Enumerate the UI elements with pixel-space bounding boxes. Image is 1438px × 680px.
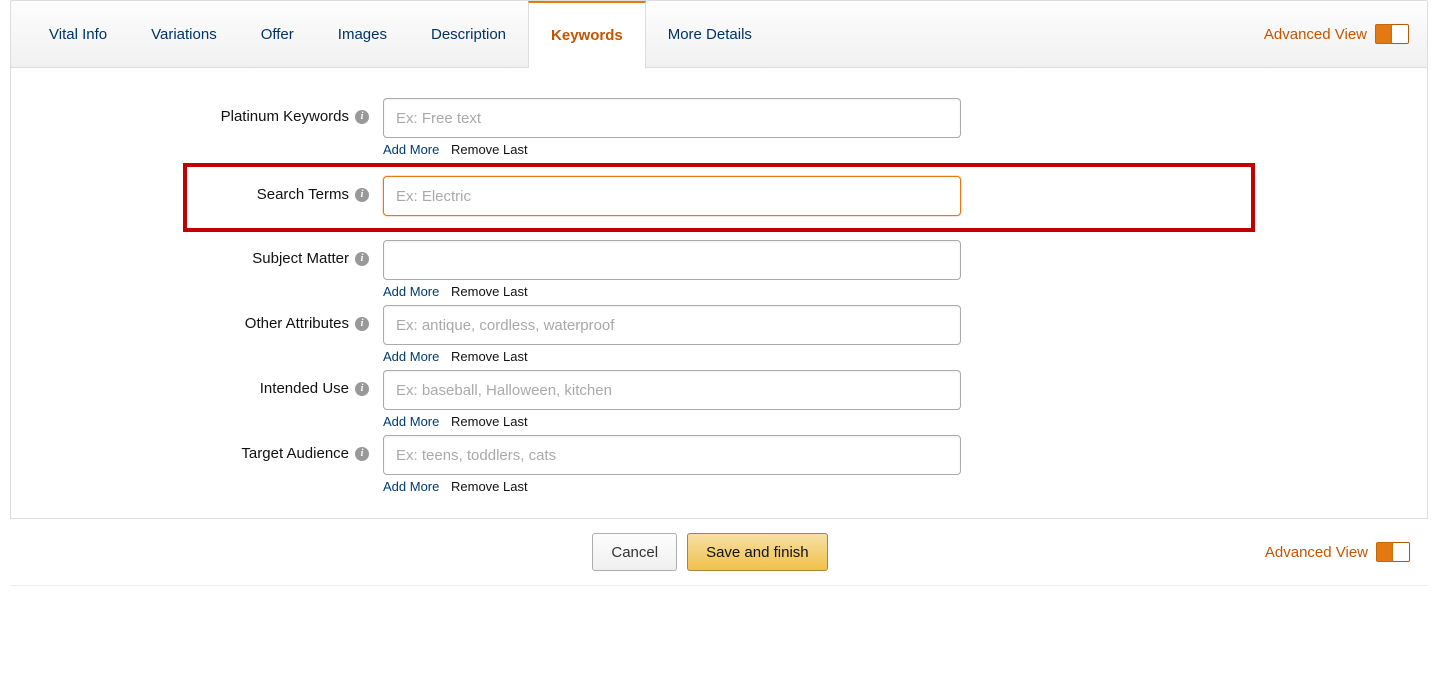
advanced-view-toggle-top[interactable]: Advanced View <box>1264 24 1409 44</box>
tab-variations[interactable]: Variations <box>129 1 239 67</box>
info-icon[interactable]: i <box>355 447 369 461</box>
label-search-terms: Search Terms <box>257 186 349 203</box>
row-intended-use: Intended Use i Add More Remove Last <box>189 370 1249 429</box>
input-intended-use[interactable] <box>383 370 961 410</box>
tab-keywords[interactable]: Keywords <box>528 1 646 68</box>
tab-bar: Vital Info Variations Offer Images Descr… <box>10 0 1428 68</box>
info-icon[interactable]: i <box>355 110 369 124</box>
info-icon[interactable]: i <box>355 317 369 331</box>
toggle-switch-icon[interactable] <box>1376 542 1410 562</box>
form-panel: Platinum Keywords i Add More Remove Last… <box>10 68 1428 519</box>
label-target-audience: Target Audience <box>241 445 349 462</box>
row-platinum-keywords: Platinum Keywords i Add More Remove Last <box>189 98 1249 157</box>
tab-more-details[interactable]: More Details <box>646 1 774 67</box>
add-more-link[interactable]: Add More <box>383 284 439 299</box>
row-target-audience: Target Audience i Add More Remove Last <box>189 435 1249 494</box>
remove-last-link[interactable]: Remove Last <box>451 414 528 429</box>
add-more-link[interactable]: Add More <box>383 479 439 494</box>
remove-last-link[interactable]: Remove Last <box>451 479 528 494</box>
advanced-view-label: Advanced View <box>1265 544 1368 561</box>
footer-bar: Cancel Save and finish Advanced View <box>10 519 1428 586</box>
remove-last-link[interactable]: Remove Last <box>451 142 528 157</box>
row-other-attributes: Other Attributes i Add More Remove Last <box>189 305 1249 364</box>
label-other-attributes: Other Attributes <box>245 315 349 332</box>
tab-description[interactable]: Description <box>409 1 528 67</box>
remove-last-link[interactable]: Remove Last <box>451 284 528 299</box>
tab-offer[interactable]: Offer <box>239 1 316 67</box>
row-subject-matter: Subject Matter i Add More Remove Last <box>189 240 1249 299</box>
input-search-terms[interactable] <box>383 176 961 216</box>
label-intended-use: Intended Use <box>260 380 349 397</box>
advanced-view-label: Advanced View <box>1264 26 1367 43</box>
tab-images[interactable]: Images <box>316 1 409 67</box>
input-target-audience[interactable] <box>383 435 961 475</box>
row-search-terms: Search Terms i <box>183 163 1255 232</box>
label-subject-matter: Subject Matter <box>252 250 349 267</box>
advanced-view-toggle-bottom[interactable]: Advanced View <box>1265 542 1410 562</box>
input-subject-matter[interactable] <box>383 240 961 280</box>
info-icon[interactable]: i <box>355 252 369 266</box>
add-more-link[interactable]: Add More <box>383 349 439 364</box>
info-icon[interactable]: i <box>355 188 369 202</box>
input-platinum-keywords[interactable] <box>383 98 961 138</box>
cancel-button[interactable]: Cancel <box>592 533 677 571</box>
add-more-link[interactable]: Add More <box>383 142 439 157</box>
toggle-switch-icon[interactable] <box>1375 24 1409 44</box>
info-icon[interactable]: i <box>355 382 369 396</box>
tab-vital-info[interactable]: Vital Info <box>27 1 129 67</box>
label-platinum-keywords: Platinum Keywords <box>221 108 349 125</box>
add-more-link[interactable]: Add More <box>383 414 439 429</box>
input-other-attributes[interactable] <box>383 305 961 345</box>
save-and-finish-button[interactable]: Save and finish <box>687 533 828 571</box>
remove-last-link[interactable]: Remove Last <box>451 349 528 364</box>
